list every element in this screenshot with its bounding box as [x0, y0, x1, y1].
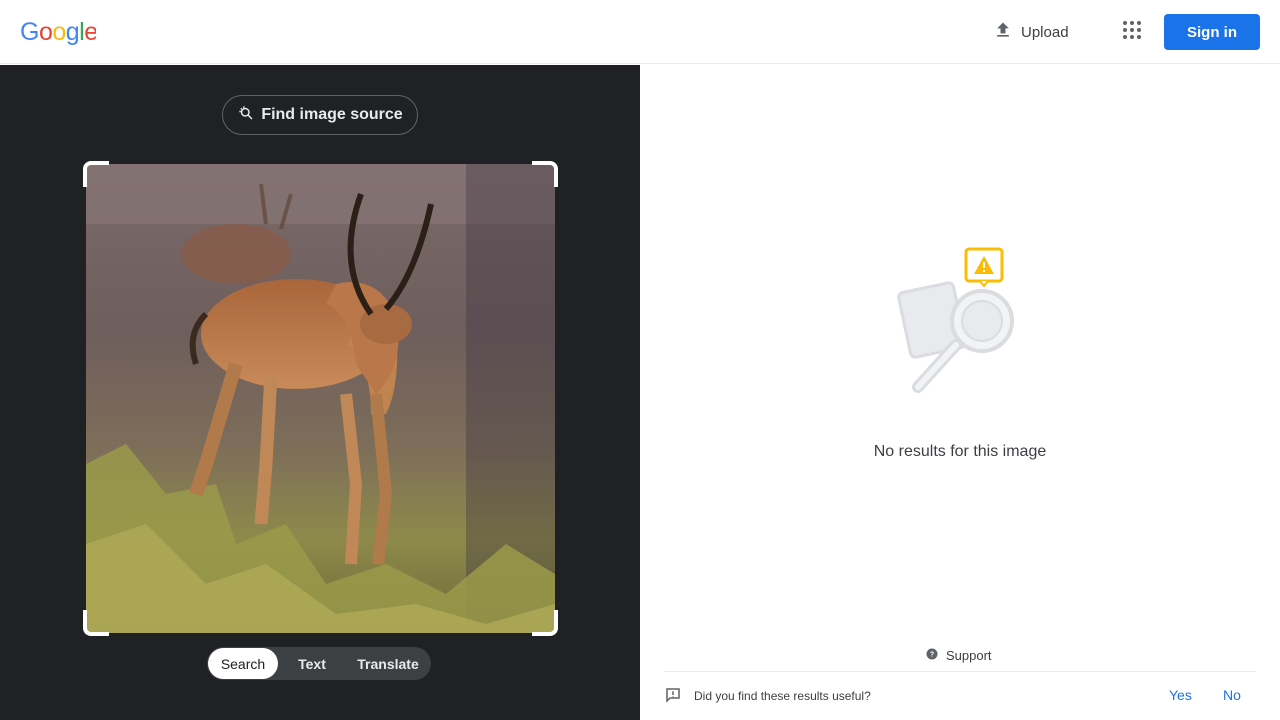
warning-icon [964, 247, 1004, 288]
upload-icon [993, 20, 1013, 44]
lens-search-icon [237, 104, 255, 127]
tab-search[interactable]: Search [208, 648, 278, 679]
help-icon: ? [926, 648, 938, 663]
feedback-question: Did you find these results useful? [694, 689, 871, 703]
no-results-message: No results for this image [873, 443, 1047, 460]
feedback-bar: Did you find these results useful? Yes N… [664, 685, 1256, 707]
crop-selection[interactable] [83, 161, 558, 636]
feedback-yes-button[interactable]: Yes [1169, 687, 1192, 703]
tab-text[interactable]: Text [278, 648, 346, 679]
image-preview-pane: Find image source Search Text Translate [0, 65, 640, 720]
results-pane: No results for this image ? Support Did … [640, 65, 1280, 720]
uploaded-image [86, 164, 555, 633]
find-image-source-button[interactable]: Find image source [222, 95, 418, 135]
top-bar: Google Upload Sign in [0, 0, 1280, 64]
svg-text:?: ? [930, 651, 934, 658]
lens-mode-tabs: Search Text Translate [207, 647, 431, 680]
crop-handle-bottom-left[interactable] [83, 610, 109, 636]
crop-handle-top-left[interactable] [83, 161, 109, 187]
upload-label: Upload [1021, 23, 1069, 41]
find-image-source-label: Find image source [261, 106, 403, 123]
support-label: Support [946, 647, 992, 663]
crop-handle-bottom-right[interactable] [532, 610, 558, 636]
sign-in-button[interactable]: Sign in [1164, 14, 1260, 50]
no-results-illustration [897, 247, 1014, 393]
crop-handle-top-right[interactable] [532, 161, 558, 187]
upload-button[interactable]: Upload [985, 14, 1081, 50]
svg-text:Google: Google [20, 18, 96, 46]
feedback-icon [664, 686, 682, 707]
feedback-divider [664, 671, 1256, 672]
tab-translate[interactable]: Translate [346, 648, 430, 679]
apps-button[interactable] [1112, 12, 1152, 52]
support-link[interactable]: ? Support [926, 646, 992, 664]
feedback-no-button[interactable]: No [1223, 687, 1241, 703]
google-logo[interactable]: Google [20, 18, 96, 46]
apps-grid-icon [1122, 20, 1142, 45]
